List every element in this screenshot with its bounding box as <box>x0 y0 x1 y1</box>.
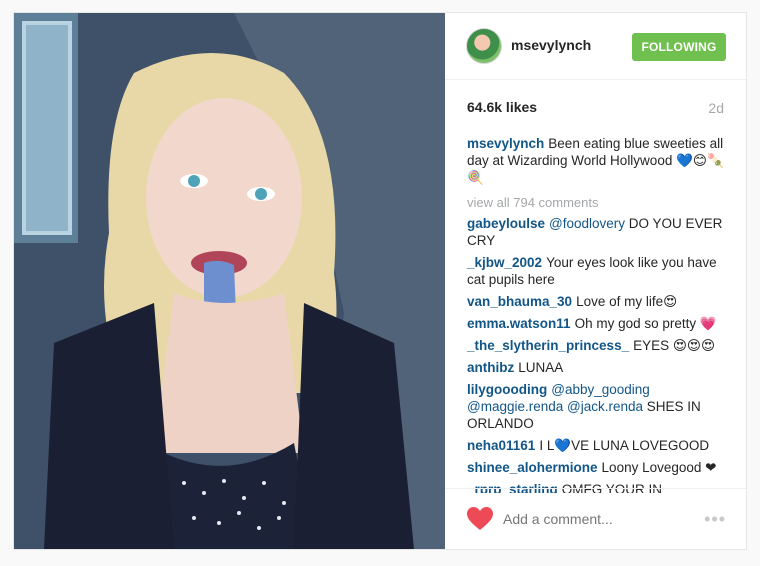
comment-username[interactable]: _the_slytherin_princess_ <box>467 338 629 353</box>
post-photo[interactable] <box>14 13 445 549</box>
add-comment-input[interactable]: Add a comment... <box>503 511 613 527</box>
comment-username[interactable]: van_bhauma_30 <box>467 294 572 309</box>
comment-item: _the_slytherin_princess_ EYES 😍😍😍 <box>467 337 730 354</box>
comment-username[interactable]: neha01161 <box>467 438 535 453</box>
comment-text: I L💙VE LUNA LOVEGOOD <box>539 438 710 453</box>
comment-username[interactable]: lilygoooding <box>467 382 547 397</box>
comment-username[interactable]: _kjbw_2002 <box>467 255 542 270</box>
following-button[interactable]: FOLLOWING <box>632 33 726 61</box>
post-card: msevylynch FOLLOWING 64.6k likes 2d msev… <box>13 12 747 550</box>
caption: msevylynch Been eating blue sweeties all … <box>467 135 730 186</box>
post-header: msevylynch FOLLOWING <box>445 13 746 80</box>
comment-text: LUNAA <box>518 360 564 375</box>
post-footer: Add a comment... ••• <box>445 488 746 549</box>
caption-username[interactable]: msevylynch <box>467 136 544 151</box>
comment-username[interactable]: gabeyloulse <box>467 216 545 231</box>
comment-text: Oh my god so pretty 💗 <box>574 316 717 331</box>
heart-icon[interactable] <box>467 507 493 531</box>
comment-item: emma.watson11 Oh my god so pretty 💗 <box>467 315 730 332</box>
comment-username[interactable]: shinee_alohermione <box>467 460 598 475</box>
comment-item: van_bhauma_30 Love of my life😍 <box>467 293 730 310</box>
view-all-comments-link[interactable]: view all 794 comments <box>467 194 730 211</box>
comment-item: anthibz LUNAA <box>467 359 730 376</box>
comment-username[interactable]: anthibz <box>467 360 514 375</box>
photo-illustration <box>14 13 445 549</box>
comment-text: Loony Lovegood ❤ <box>601 460 717 475</box>
avatar[interactable] <box>466 28 502 64</box>
comment-username[interactable]: emma.watson11 <box>467 316 571 331</box>
comment-text: EYES 😍😍😍 <box>633 338 716 353</box>
comment-item: shinee_alohermione Loony Lovegood ❤ <box>467 459 730 476</box>
comment-item: _kjbw_2002 Your eyes look like you have c… <box>467 254 730 288</box>
header-username[interactable]: msevylynch <box>511 37 591 53</box>
comment-item: neha01161 I L💙VE LUNA LOVEGOOD <box>467 437 730 454</box>
comment-item: lilygoooding @abby_gooding @maggie.renda … <box>467 381 730 432</box>
comments-list: msevylynch Been eating blue sweeties all … <box>467 135 730 493</box>
likes-count[interactable]: 64.6k likes <box>467 99 537 115</box>
post-sidebar: msevylynch FOLLOWING 64.6k likes 2d msev… <box>445 13 746 549</box>
comment-text: Love of my life😍 <box>576 294 678 309</box>
post-time[interactable]: 2d <box>708 100 724 116</box>
comment-mention[interactable]: @foodlovery <box>549 216 625 231</box>
more-options-icon[interactable]: ••• <box>704 509 726 530</box>
comment-item: gabeyloulse @foodlovery DO YOU EVER CRY <box>467 215 730 249</box>
